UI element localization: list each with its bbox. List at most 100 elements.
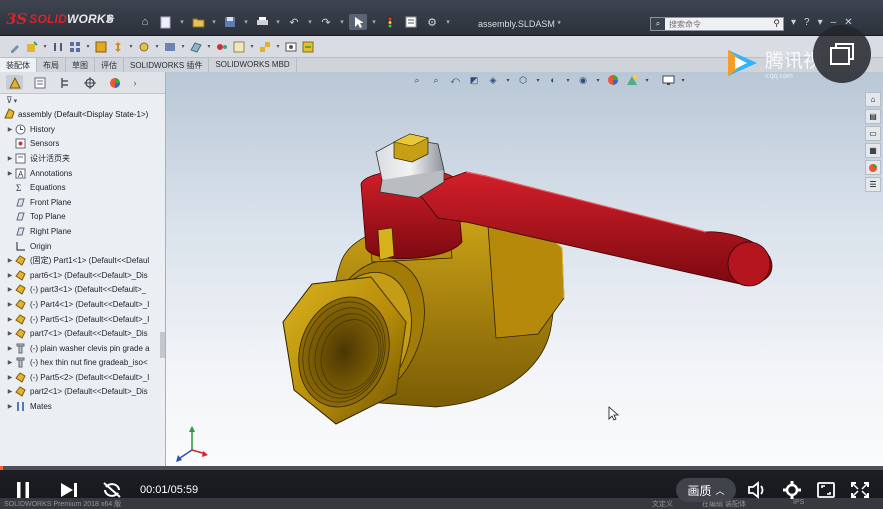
exploded-view-icon[interactable] — [258, 40, 272, 54]
open-icon[interactable] — [189, 14, 207, 30]
print-icon[interactable] — [253, 14, 271, 30]
tree-item[interactable]: ▶ (-) part3<1> (Default<<Default>_ — [0, 283, 165, 298]
custom-properties-icon[interactable]: ☰ — [865, 177, 881, 192]
ball-valve-model[interactable] — [166, 72, 883, 466]
tree-item[interactable]: Front Plane — [0, 195, 165, 210]
loop-toggle-button[interactable] — [100, 479, 124, 501]
reference-dropdown-icon[interactable]: ▾ — [206, 40, 212, 54]
options-gear-icon[interactable]: ⚙ — [423, 14, 441, 30]
show-dropdown-icon[interactable]: ▾ — [154, 40, 160, 54]
new-document-icon[interactable] — [157, 14, 175, 30]
tree-item[interactable]: Top Plane — [0, 210, 165, 225]
undo-icon[interactable]: ↶ — [285, 14, 303, 30]
tree-item[interactable]: ▶ 设计活页夹 — [0, 151, 165, 166]
tree-item[interactable]: Origin — [0, 239, 165, 254]
menu-expand-icon[interactable]: ▶ — [107, 13, 115, 24]
tree-item[interactable]: ▶ (-) Part5<1> (Default<<Default>_I — [0, 312, 165, 327]
expand-arrow-icon[interactable]: ▶ — [5, 403, 15, 410]
smart-fasteners-icon[interactable] — [94, 40, 108, 54]
tree-item[interactable]: ▶ (-) hex thin nut fine gradeab_iso< — [0, 356, 165, 371]
exploded-dropdown-icon[interactable]: ▾ — [275, 40, 281, 54]
new-dropdown-icon[interactable]: ▾ — [178, 14, 186, 30]
dimxpert-tab-icon[interactable] — [81, 75, 98, 90]
tab-layout[interactable]: 布局 — [37, 58, 66, 72]
move-dropdown-icon[interactable]: ▾ — [128, 40, 134, 54]
select-dropdown-icon[interactable]: ▾ — [370, 14, 378, 30]
help-dropdown-icon[interactable]: ▾ — [818, 17, 823, 28]
expand-arrow-icon[interactable]: ▶ — [5, 374, 15, 381]
feature-tree-tab-icon[interactable] — [6, 75, 23, 90]
pause-button[interactable] — [12, 479, 34, 501]
search-icon[interactable]: ⚲ — [773, 18, 780, 29]
fullscreen-button[interactable] — [848, 479, 872, 501]
view-palette-icon[interactable]: ▦ — [865, 143, 881, 158]
graphics-area[interactable]: ⌕ ⌕ ⤺ ◩ ◈ ▾ ⬡ ▾ ◐ ▾ ◉ ▾ ▾ ▾ ⌂ ▤ ▭ ▦ ☰ — [166, 72, 883, 466]
filter-dropdown-icon[interactable]: ▾ — [14, 97, 18, 105]
move-component-icon[interactable] — [111, 40, 125, 54]
tree-item[interactable]: ▶ (-) Part5<2> (Default<<Default>_I — [0, 370, 165, 385]
appearances-icon[interactable] — [865, 160, 881, 175]
assembly-features-icon[interactable] — [163, 40, 177, 54]
expand-arrow-icon[interactable]: ▶ — [5, 301, 15, 308]
property-manager-tab-icon[interactable] — [31, 75, 48, 90]
tab-sketch[interactable]: 草图 — [66, 58, 95, 72]
tab-addins[interactable]: SOLIDWORKS 插件 — [124, 58, 210, 72]
instant3d-icon[interactable] — [284, 40, 298, 54]
tree-item[interactable]: ▶ (固定) Part1<1> (Default<<Defaul — [0, 253, 165, 268]
expand-arrow-icon[interactable]: ▶ — [5, 330, 15, 337]
tree-item[interactable]: ▶ History — [0, 122, 165, 137]
expand-arrow-icon[interactable]: ▶ — [5, 359, 15, 366]
filter-icon[interactable]: ⊽ — [6, 95, 13, 106]
save-dropdown-icon[interactable]: ▾ — [242, 14, 250, 30]
exit-mini-player-button[interactable] — [813, 25, 871, 83]
tree-item[interactable]: ▶ Mates — [0, 399, 165, 414]
web-fullscreen-button[interactable] — [814, 479, 838, 501]
volume-button[interactable] — [746, 479, 770, 501]
search-dropdown-icon[interactable]: ▾ — [791, 17, 796, 28]
quality-button[interactable]: 画质 ︿ — [676, 478, 736, 502]
expand-arrow-icon[interactable]: ▶ — [5, 257, 15, 264]
linear-pattern-icon[interactable] — [68, 40, 82, 54]
tree-filter[interactable]: ⊽ ▾ — [0, 94, 165, 107]
tree-item[interactable]: Sensors — [0, 137, 165, 152]
expand-arrow-icon[interactable]: ▶ — [5, 388, 15, 395]
expand-arrow-icon[interactable]: ▶ — [5, 345, 15, 352]
mate-icon[interactable] — [51, 40, 65, 54]
features-dropdown-icon[interactable]: ▾ — [180, 40, 186, 54]
configuration-manager-tab-icon[interactable] — [56, 75, 73, 90]
new-motion-study-icon[interactable] — [215, 40, 229, 54]
expand-arrow-icon[interactable]: ▶ — [5, 170, 15, 177]
design-library-icon[interactable]: ▤ — [865, 109, 881, 124]
traffic-light-icon[interactable] — [381, 14, 399, 30]
tree-root[interactable]: assembly (Default<Display State-1>) — [0, 107, 165, 122]
tree-item[interactable]: ▶ part2<1> (Default<<Default>_Dis — [0, 385, 165, 400]
tab-evaluate[interactable]: 评估 — [95, 58, 124, 72]
redo-icon[interactable]: ↷ — [317, 14, 335, 30]
expand-arrow-icon[interactable]: ▶ — [5, 316, 15, 323]
tree-item[interactable]: ▶ (-) Part4<1> (Default<<Default>_I — [0, 297, 165, 312]
reference-geometry-icon[interactable] — [189, 40, 203, 54]
bill-of-materials-icon[interactable] — [232, 40, 246, 54]
tab-assembly[interactable]: 装配体 — [0, 58, 37, 72]
next-button[interactable] — [58, 479, 80, 501]
file-explorer-icon[interactable]: ▭ — [865, 126, 881, 141]
print-dropdown-icon[interactable]: ▾ — [274, 14, 282, 30]
tree-item[interactable]: ▶ A Annotations — [0, 166, 165, 181]
tree-item[interactable]: ▶ (-) plain washer clevis pin grade a — [0, 341, 165, 356]
tree-item[interactable]: Σ Equations — [0, 180, 165, 195]
tree-item[interactable]: ▶ part6<1> (Default<<Default>_Dis — [0, 268, 165, 283]
command-search[interactable]: ⌕ ⚲ — [650, 17, 784, 31]
file-properties-icon[interactable] — [402, 14, 420, 30]
expand-arrow-icon[interactable]: ▶ — [5, 286, 15, 293]
display-manager-tab-icon[interactable] — [106, 75, 123, 90]
expand-arrow-icon[interactable]: ▶ — [5, 126, 15, 133]
pattern-dropdown-icon[interactable]: ▾ — [85, 40, 91, 54]
settings-button[interactable] — [780, 479, 804, 501]
help-icon[interactable]: ? — [804, 17, 810, 28]
insert-dropdown-icon[interactable]: ▾ — [42, 40, 48, 54]
tree-item[interactable]: Right Plane — [0, 224, 165, 239]
tab-mbd[interactable]: SOLIDWORKS MBD — [209, 58, 297, 72]
tree-item[interactable]: ▶ part7<1> (Default<<Default>_Dis — [0, 326, 165, 341]
save-icon[interactable] — [221, 14, 239, 30]
bom-dropdown-icon[interactable]: ▾ — [249, 40, 255, 54]
